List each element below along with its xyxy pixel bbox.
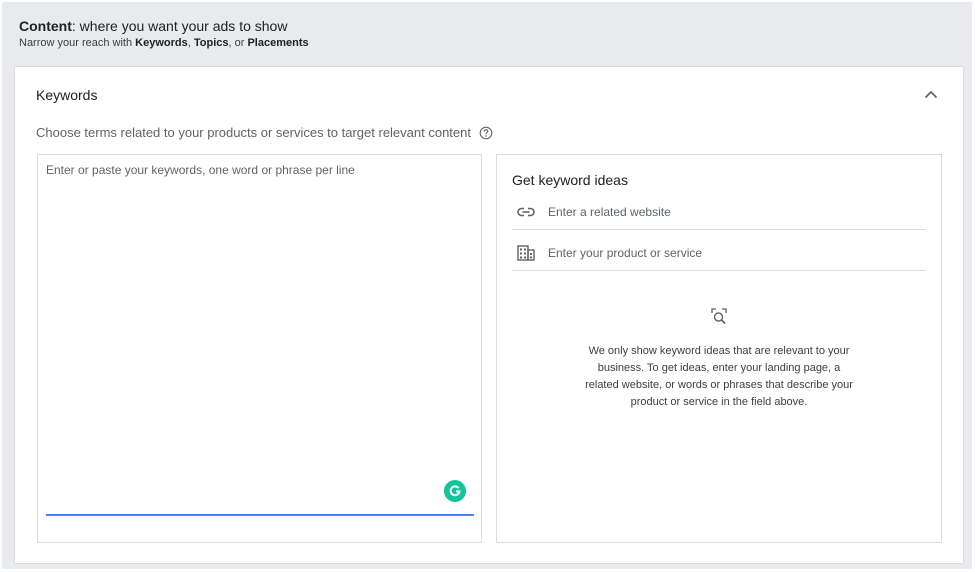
- keywords-entry-box: [37, 154, 482, 543]
- subtitle-sep-2: , or: [228, 37, 248, 49]
- section-subtitle: Narrow your reach with Keywords, Topics,…: [19, 36, 309, 51]
- search-document-icon: [708, 306, 730, 328]
- subtitle-prefix: Narrow your reach with: [19, 37, 136, 49]
- related-website-row: [512, 195, 926, 230]
- content-panel: Content: where you want your ads to show…: [2, 2, 972, 569]
- keyword-ideas-title: Get keyword ideas: [512, 172, 628, 188]
- chevron-up-icon[interactable]: [921, 84, 941, 104]
- help-circle-icon[interactable]: [479, 126, 493, 140]
- grammarly-icon[interactable]: [444, 480, 466, 502]
- building-icon: [516, 243, 536, 263]
- keywords-description-row: Choose terms related to your products or…: [36, 125, 493, 140]
- keywords-textarea[interactable]: [46, 163, 472, 501]
- keyword-ideas-panel: Get keyword ideas Enter a related websit…: [496, 154, 942, 543]
- related-website-input[interactable]: [548, 205, 926, 219]
- section-title: Content: where you want your ads to show: [19, 17, 309, 35]
- section-header: Content: where you want your ads to show…: [19, 17, 309, 51]
- keywords-title: Keywords: [36, 87, 98, 103]
- keyword-ideas-empty-message: We only show keyword ideas that are rele…: [585, 345, 853, 408]
- textarea-focus-underline: [46, 514, 474, 516]
- section-title-bold: Content: [19, 18, 72, 34]
- section-title-rest: : where you want your ads to show: [71, 18, 288, 34]
- keywords-description: Choose terms related to your products or…: [36, 125, 471, 140]
- keywords-card: Keywords Choose terms related to your pr…: [14, 66, 964, 564]
- product-service-input[interactable]: [548, 246, 926, 260]
- subtitle-keywords: Keywords: [135, 37, 188, 49]
- subtitle-topics: Topics: [193, 37, 229, 49]
- link-icon: [516, 202, 536, 222]
- subtitle-placements: Placements: [247, 37, 309, 49]
- product-service-row: [512, 236, 926, 271]
